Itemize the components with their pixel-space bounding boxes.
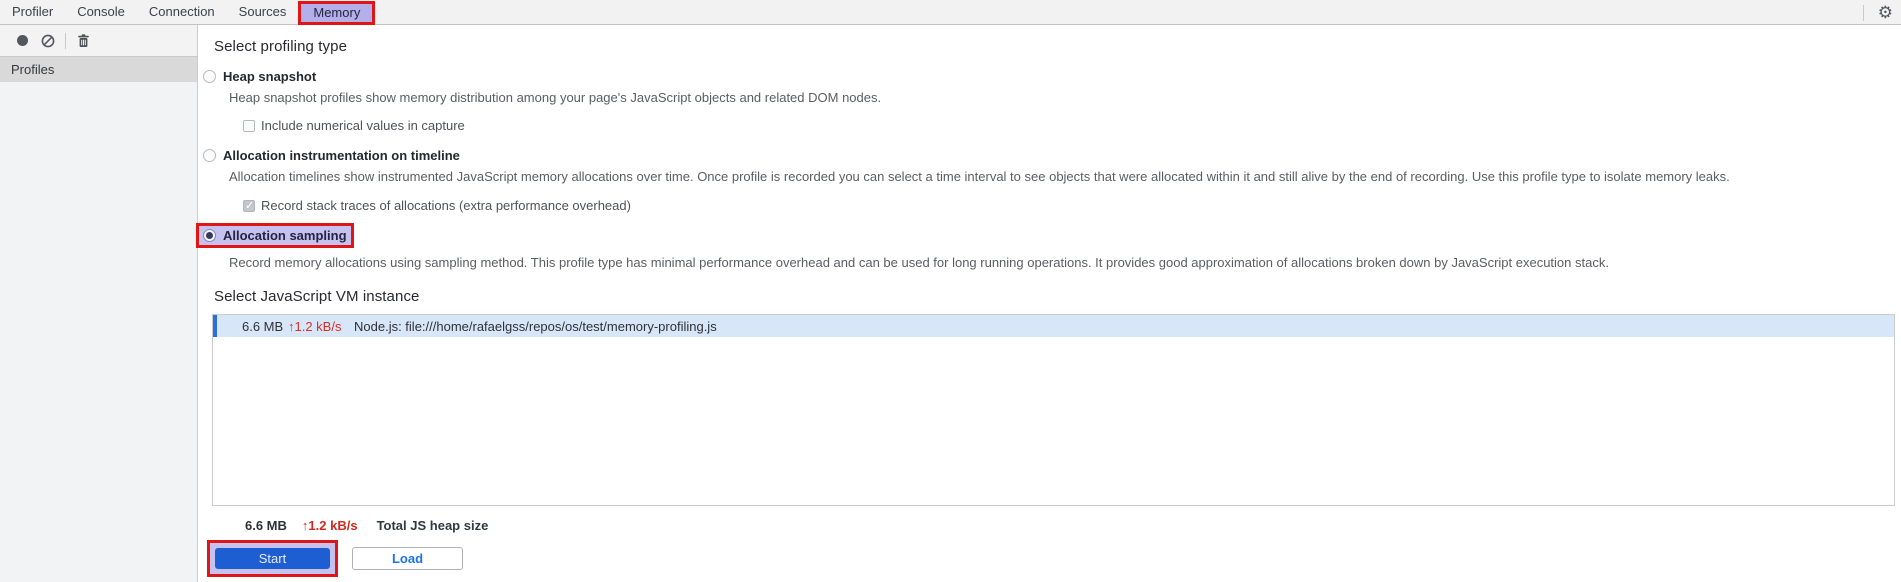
memory-tab-annotation-box: Memory: [298, 0, 376, 25]
delete-profile-button[interactable]: [70, 28, 96, 54]
radio-label: Heap snapshot: [223, 69, 317, 84]
radio-label: Allocation sampling: [223, 228, 347, 243]
load-button[interactable]: Load: [352, 547, 463, 570]
radio-icon: [203, 70, 216, 83]
allocation-sampling-annotation-box: Allocation sampling: [196, 223, 354, 248]
radio-allocation-instrumentation[interactable]: Allocation instrumentation on timeline: [203, 148, 1901, 163]
tabbar-separator: [1862, 4, 1864, 21]
devtools-tabbar: Profiler Console Connection Sources Memo…: [0, 0, 1901, 25]
checkbox-label: Include numerical values in capture: [261, 118, 465, 133]
checkbox-icon: [243, 119, 255, 132]
profiles-toolbar: [0, 25, 197, 57]
checkbox-checked-icon: [243, 199, 255, 212]
vm-instance-row[interactable]: 6.6 MB ↑1.2 kB/s Node.js: file:///home/r…: [213, 315, 1894, 337]
allocation-sampling-description: Record memory allocations using sampling…: [229, 255, 1609, 270]
radio-heap-snapshot[interactable]: Heap snapshot: [203, 69, 1901, 84]
delete-icon: [77, 33, 89, 47]
vm-heap-size: 6.6 MB: [242, 318, 284, 334]
radio-icon: [203, 149, 216, 162]
memory-panel-main: Select profiling type Heap snapshot Heap…: [196, 25, 1901, 582]
vm-instance-list: 6.6 MB ↑1.2 kB/s Node.js: file:///home/r…: [212, 314, 1895, 506]
radio-allocation-sampling[interactable]: Allocation sampling: [203, 228, 347, 243]
tab-console[interactable]: Console: [65, 0, 137, 24]
start-button-annotation-box: Start: [207, 540, 338, 577]
toolbar-separator: [65, 32, 66, 49]
clear-profiles-button[interactable]: [35, 28, 61, 54]
record-icon: [16, 35, 28, 46]
vm-instance-heading: Select JavaScript VM instance: [214, 288, 420, 305]
tab-connection[interactable]: Connection: [137, 0, 227, 24]
tab-memory[interactable]: Memory: [301, 4, 372, 22]
checkbox-label: Record stack traces of allocations (extr…: [261, 198, 631, 213]
profiling-type-heading: Select profiling type: [214, 38, 348, 55]
total-heap-stats: 6.6 MB ↑1.2 kB/s Total JS heap size: [245, 518, 1901, 533]
settings-gear-icon[interactable]: ⚙: [1878, 4, 1893, 21]
action-buttons-row: Start Load: [207, 540, 1901, 577]
radio-selected-icon: [203, 229, 216, 242]
sidebar-item-profiles[interactable]: Profiles: [0, 57, 197, 82]
tab-profiler[interactable]: Profiler: [0, 0, 65, 24]
heap-snapshot-description: Heap snapshot profiles show memory distr…: [229, 90, 882, 105]
total-heap-size-label: Total JS heap size: [376, 518, 489, 533]
total-heap-rate-value: ↑1.2 kB/s: [301, 518, 358, 533]
allocation-timeline-description: Allocation timelines show instrumented J…: [229, 169, 1730, 184]
tab-sources[interactable]: Sources: [227, 0, 299, 24]
profiles-sidebar: Profiles: [0, 25, 198, 582]
radio-label: Allocation instrumentation on timeline: [223, 148, 460, 163]
clear-icon: [41, 34, 55, 47]
checkbox-record-stack-traces[interactable]: Record stack traces of allocations (extr…: [243, 198, 1901, 213]
vm-alloc-rate: ↑1.2 kB/s: [288, 318, 342, 334]
start-button[interactable]: Start: [215, 548, 330, 569]
total-heap-size-value: 6.6 MB: [245, 518, 287, 533]
checkbox-include-numerical-values[interactable]: Include numerical values in capture: [243, 118, 1901, 133]
record-heap-button[interactable]: [9, 28, 35, 54]
vm-instance-name: Node.js: file:///home/rafaelgss/repos/os…: [354, 318, 717, 334]
